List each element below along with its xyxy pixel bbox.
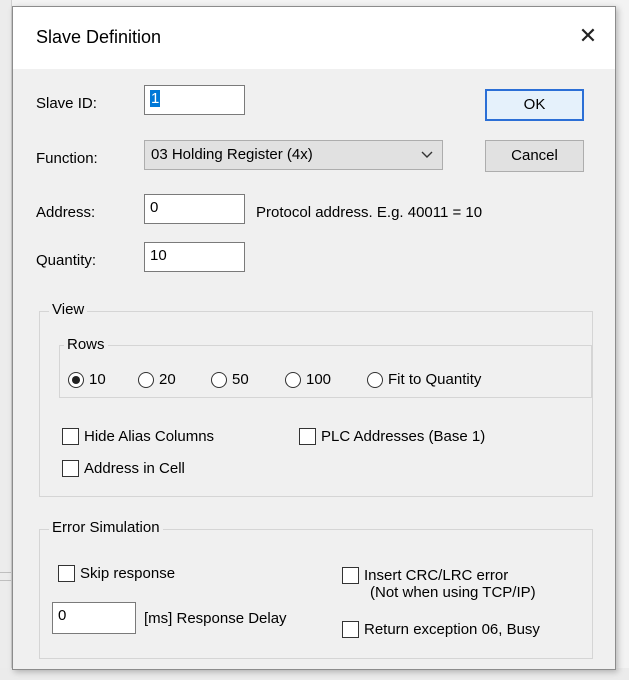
- checkbox-icon: [342, 567, 359, 584]
- rows-radio-20[interactable]: 20: [138, 371, 176, 388]
- address-in-cell-checkbox[interactable]: Address in Cell: [62, 460, 185, 477]
- close-icon[interactable]: ✕: [573, 21, 603, 51]
- rows-radio-label: Fit to Quantity: [388, 371, 482, 388]
- slave-definition-dialog: Slave Definition ✕ Slave ID: 1 Function:…: [12, 6, 616, 670]
- checkbox-icon: [62, 460, 79, 477]
- slave-id-input[interactable]: 1: [144, 85, 245, 115]
- ok-button[interactable]: OK: [485, 89, 584, 121]
- address-hint: Protocol address. E.g. 40011 = 10: [256, 204, 483, 221]
- radio-selected-icon: [68, 371, 84, 388]
- radio-icon: [138, 371, 154, 388]
- rows-radio-10[interactable]: 10: [68, 371, 106, 388]
- slave-id-label: Slave ID:: [36, 95, 97, 112]
- view-group-title: View: [49, 301, 88, 318]
- insert-crc-error-checkbox[interactable]: Insert CRC/LRC error (Not when using TCP…: [342, 567, 536, 601]
- rows-radio-fit-to-quantity[interactable]: Fit to Quantity: [367, 371, 481, 388]
- title-bar: Slave Definition ✕: [13, 7, 615, 69]
- cancel-button[interactable]: Cancel: [485, 140, 584, 172]
- function-select[interactable]: 03 Holding Register (4x): [144, 140, 443, 170]
- chevron-down-icon: [421, 151, 433, 158]
- radio-icon: [285, 371, 301, 388]
- radio-icon: [211, 371, 227, 388]
- skip-response-checkbox[interactable]: Skip response: [58, 565, 175, 582]
- radio-icon: [367, 371, 383, 388]
- checkbox-icon: [299, 428, 316, 445]
- address-label: Address:: [36, 204, 96, 221]
- checkbox-icon: [58, 565, 75, 582]
- rows-group-title: Rows: [64, 336, 108, 353]
- checkbox-label: Hide Alias Columns: [84, 428, 215, 445]
- rows-radio-label: 100: [306, 371, 332, 388]
- slave-id-value: 1: [150, 90, 161, 107]
- checkbox-icon: [62, 428, 79, 445]
- error-simulation-group-title: Error Simulation: [49, 519, 163, 536]
- dialog-title: Slave Definition: [36, 27, 162, 47]
- function-label: Function:: [36, 150, 98, 167]
- error-simulation-group: Error Simulation Skip response 0 [ms] Re…: [39, 519, 593, 659]
- checkbox-label: PLC Addresses (Base 1): [321, 428, 486, 445]
- quantity-input[interactable]: 10: [144, 242, 245, 272]
- background-window-edge: [0, 0, 12, 680]
- rows-radio-50[interactable]: 50: [211, 371, 249, 388]
- function-select-value: 03 Holding Register (4x): [151, 146, 313, 163]
- rows-radio-100[interactable]: 100: [285, 371, 331, 388]
- response-delay-label: [ms] Response Delay: [144, 610, 287, 627]
- rows-group: Rows 10 20 50 100 Fit to Quantity: [59, 336, 592, 398]
- response-delay-input[interactable]: 0: [52, 602, 136, 634]
- background-divider: [0, 572, 11, 573]
- rows-radio-label: 20: [159, 371, 176, 388]
- plc-addresses-checkbox[interactable]: PLC Addresses (Base 1): [299, 428, 485, 445]
- insert-crc-error-line2: (Not when using TCP/IP): [370, 584, 536, 601]
- checkbox-label: Return exception 06, Busy: [364, 621, 540, 638]
- insert-crc-error-line1: Insert CRC/LRC error: [364, 567, 509, 584]
- return-exception-checkbox[interactable]: Return exception 06, Busy: [342, 621, 540, 638]
- view-group: View Rows 10 20 50 100 Fit to Quantity H…: [39, 301, 593, 497]
- checkbox-icon: [342, 621, 359, 638]
- rows-radio-label: 50: [232, 371, 249, 388]
- address-input[interactable]: 0: [144, 194, 245, 224]
- rows-radio-label: 10: [89, 371, 106, 388]
- checkbox-label: Address in Cell: [84, 460, 185, 477]
- background-divider: [0, 580, 11, 581]
- checkbox-label: Skip response: [80, 565, 176, 582]
- hide-alias-columns-checkbox[interactable]: Hide Alias Columns: [62, 428, 214, 445]
- insert-crc-error-label: Insert CRC/LRC error (Not when using TCP…: [364, 567, 536, 601]
- quantity-label: Quantity:: [36, 252, 97, 269]
